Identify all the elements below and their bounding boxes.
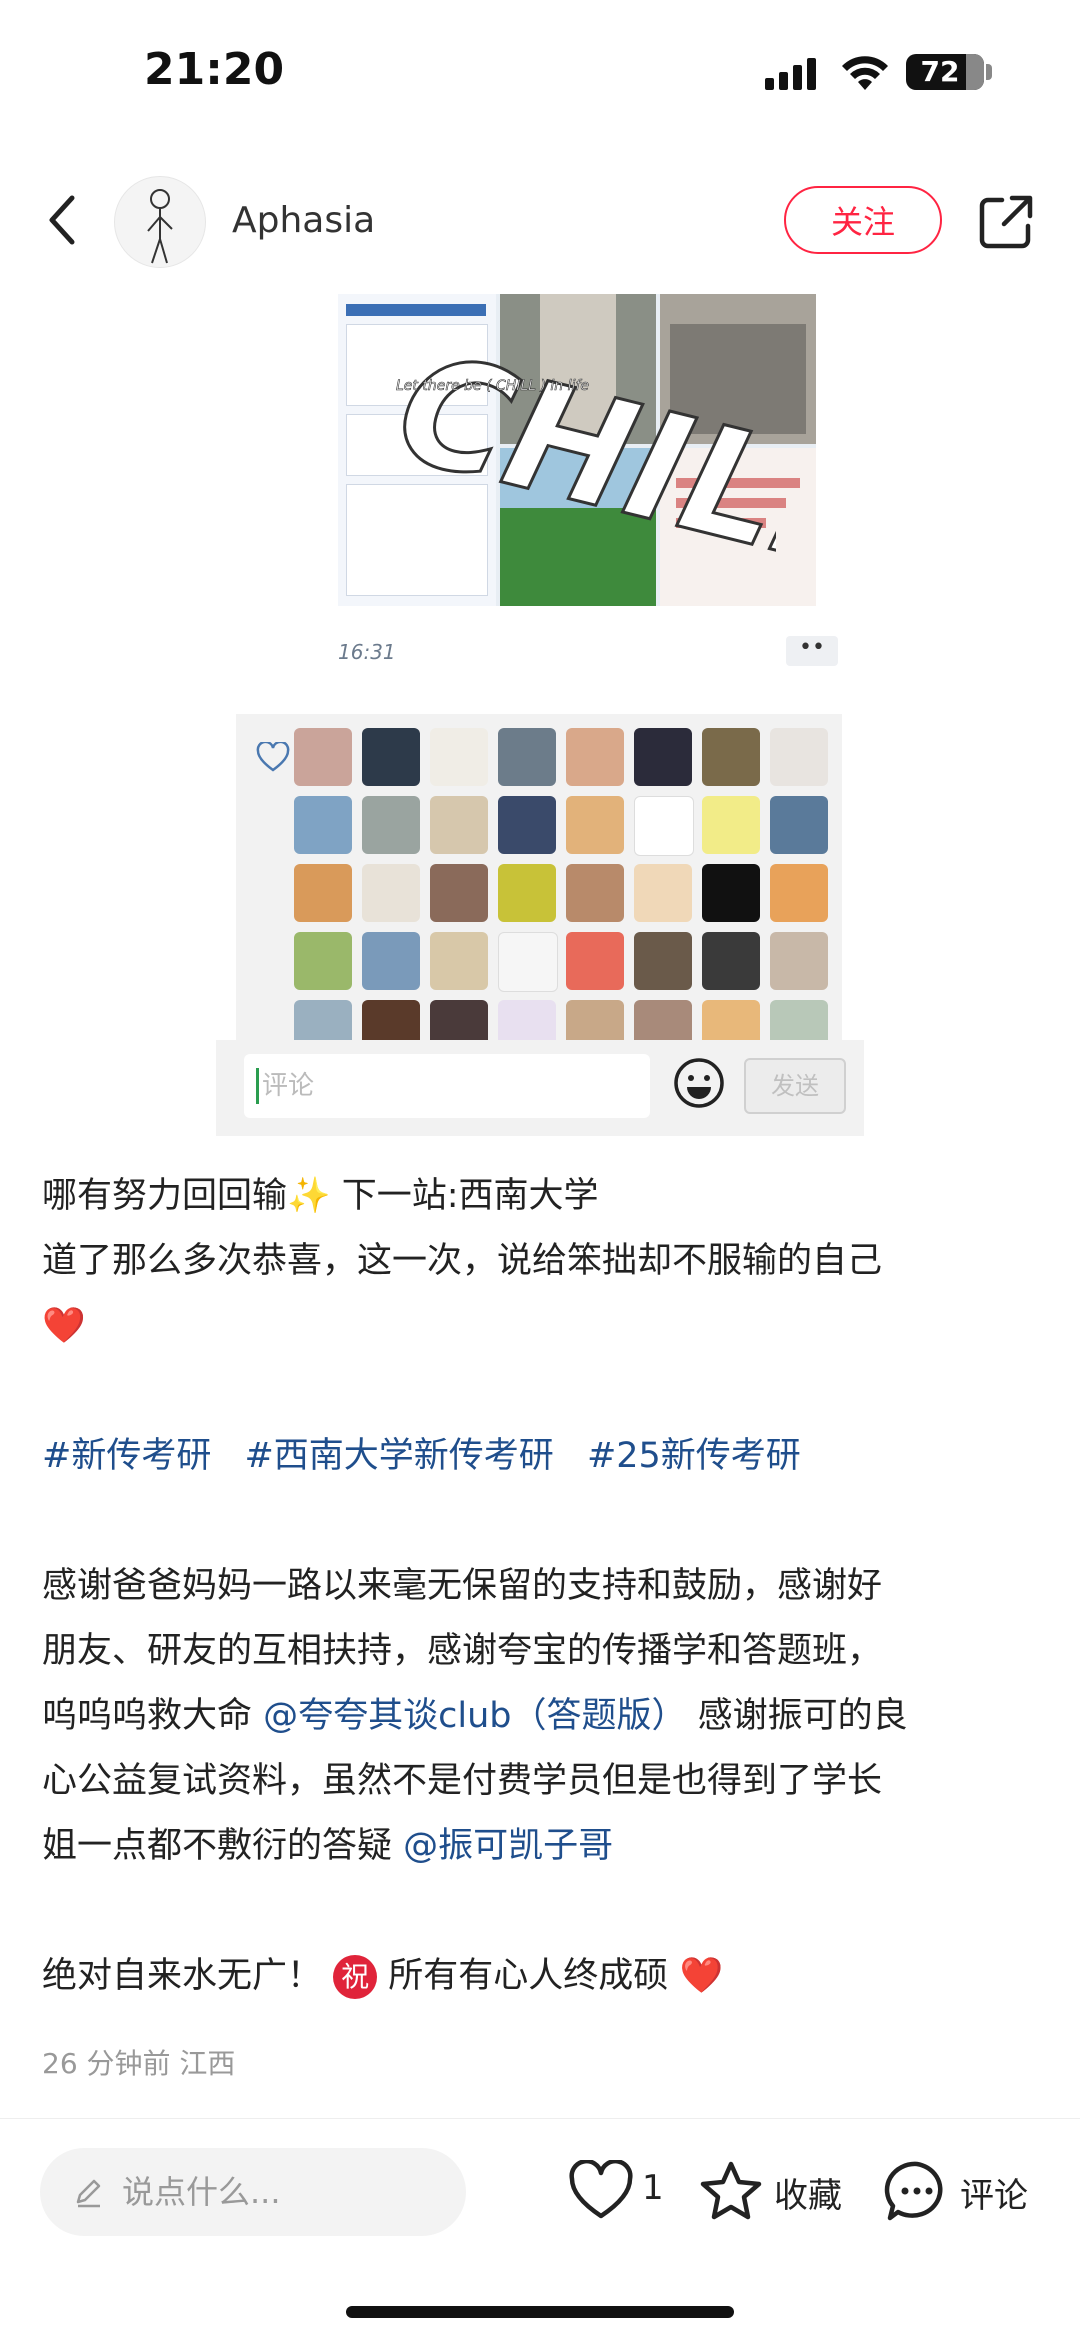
reactor-avatar (362, 932, 420, 990)
reactor-avatar (430, 1000, 488, 1040)
send-button: 发送 (744, 1058, 846, 1114)
more-options-icon: •• (786, 636, 838, 666)
content-text: 所有有心人终成硕 (388, 1956, 669, 1996)
hashtag-link[interactable]: #西南大学新传考研 (244, 1436, 553, 1476)
heart-emoji: ❤️ (679, 1956, 724, 1996)
content-text: 姐一点都不敷衍的答疑 (42, 1826, 393, 1866)
share-icon[interactable] (978, 194, 1034, 250)
reactor-avatar (430, 932, 488, 990)
reactor-avatar (430, 728, 488, 786)
reactor-avatar (566, 796, 624, 854)
battery-icon: 72 (906, 54, 984, 90)
reactor-avatar (430, 864, 488, 922)
reactor-avatar (362, 796, 420, 854)
status-time: 21:20 (144, 44, 285, 95)
collect-label[interactable]: 收藏 (774, 2168, 842, 2217)
reactor-avatar (770, 728, 828, 786)
chill-subtitle: Let there be ( CHILL ) in life (396, 378, 589, 394)
reactor-avatar (634, 864, 692, 922)
content-line: 哪有努力回回输✨ 下一站:西南大学 (42, 1176, 599, 1216)
pencil-icon (76, 2179, 101, 2208)
reactor-avatar (770, 1000, 828, 1040)
heart-emoji: ❤️ (42, 1306, 86, 1346)
content-line: 朋友、研友的互相扶持，感谢夸宝的传播学和答题班， (42, 1631, 883, 1671)
reactor-avatar (362, 864, 420, 922)
zhu-emoji: 祝 (333, 1955, 378, 1999)
post-content: 哪有努力回回输✨ 下一站:西南大学 道了那么多次恭喜，这一次，说给笨拙却不服输的… (42, 1164, 1042, 2009)
reactor-avatar (498, 932, 558, 992)
smiley-icon (674, 1058, 724, 1108)
reactor-avatar (634, 796, 694, 856)
hashtag-link[interactable]: #新传考研 (42, 1436, 211, 1476)
reactor-avatar (498, 796, 556, 854)
like-heart-icon[interactable] (568, 2160, 634, 2222)
reactor-avatar (294, 1000, 352, 1040)
reactor-avatar (770, 932, 828, 990)
reaction-panel (236, 714, 842, 1040)
reactor-avatar (294, 728, 352, 786)
wifi-icon (842, 56, 888, 90)
content-line: 心公益复试资料，虽然不是付费学员但是也得到了学长 (42, 1761, 883, 1801)
author-name[interactable]: Aphasia (232, 200, 375, 241)
post-image[interactable]: CHILL Let there be ( CHILL ) in life 16:… (216, 290, 864, 1136)
comment-entry-field[interactable]: 说点什么... (40, 2148, 466, 2236)
reactor-avatar (498, 1000, 556, 1040)
content-line: 呜呜呜救大命 @夸夸其谈club（答题版） 感谢振可的良 (42, 1684, 1042, 1749)
reactor-avatar (634, 728, 692, 786)
heart-outline-icon (256, 742, 290, 772)
cellular-signal-icon (765, 58, 816, 90)
reactor-avatar (430, 796, 488, 854)
reactor-avatar (566, 728, 624, 786)
reactor-avatar (566, 932, 624, 990)
reactor-avatar (770, 796, 828, 854)
reactor-avatar (498, 728, 556, 786)
reactor-avatar (294, 864, 352, 922)
mention-link[interactable]: @夸夸其谈club（答题版） (263, 1696, 686, 1736)
battery-tip (986, 64, 992, 80)
comment-label[interactable]: 评论 (960, 2168, 1028, 2217)
back-arrow-icon[interactable] (40, 192, 88, 248)
home-indicator (346, 2306, 734, 2318)
reactor-avatar (702, 932, 760, 990)
hashtag-link[interactable]: #25新传考研 (587, 1436, 801, 1476)
content-line: 姐一点都不敷衍的答疑 @振可凯子哥 (42, 1814, 1042, 1879)
reactor-avatar (702, 864, 760, 922)
reactor-avatar (566, 864, 624, 922)
bottom-action-bar: 说点什么... 1 收藏 评论 (0, 2142, 1080, 2248)
reactor-avatar (362, 1000, 420, 1040)
post-header: Aphasia 关注 (0, 170, 1080, 270)
reactor-avatar (498, 864, 556, 922)
reactor-avatar (702, 728, 760, 786)
reactor-avatar (634, 932, 692, 990)
comment-input-bar: 评论 发送 (216, 1040, 864, 1136)
status-bar: 21:20 72 (0, 0, 1080, 140)
reactor-avatar (294, 796, 352, 854)
author-avatar[interactable] (114, 176, 206, 268)
star-icon[interactable] (698, 2160, 764, 2222)
chat-timestamp: 16:31 (338, 640, 396, 664)
like-count: 1 (642, 2168, 664, 2208)
mention-link[interactable]: @振可凯子哥 (403, 1826, 613, 1866)
reactor-avatar (294, 932, 352, 990)
post-meta: 26 分钟前 江西 (42, 2047, 236, 2080)
divider (0, 2118, 1080, 2119)
comment-input: 评论 (244, 1054, 650, 1118)
reactor-avatar (702, 1000, 760, 1040)
comment-bubble-icon[interactable] (884, 2160, 950, 2222)
content-text: 绝对自来水无广！ (42, 1956, 323, 1996)
reactor-avatar (702, 796, 760, 854)
reactor-avatar (362, 728, 420, 786)
comment-placeholder: 说点什么... (122, 2173, 281, 2211)
reactor-avatar (770, 864, 828, 922)
battery-level: 72 (920, 55, 960, 88)
content-text: 感谢振可的良 (697, 1696, 908, 1736)
hashtag-row: #新传考研 #西南大学新传考研 #25新传考研 (42, 1424, 1042, 1489)
content-line: 道了那么多次恭喜，这一次，说给笨拙却不服输的自己 (42, 1241, 883, 1281)
content-line: 感谢爸爸妈妈一路以来毫无保留的支持和鼓励，感谢好 (42, 1566, 883, 1606)
follow-button[interactable]: 关注 (784, 186, 942, 254)
content-text: 呜呜呜救大命 (42, 1696, 253, 1736)
reactor-avatar (566, 1000, 624, 1040)
reactor-avatar (634, 1000, 692, 1040)
content-line: 绝对自来水无广！ 祝 所有有心人终成硕 ❤️ (42, 1944, 1042, 2009)
